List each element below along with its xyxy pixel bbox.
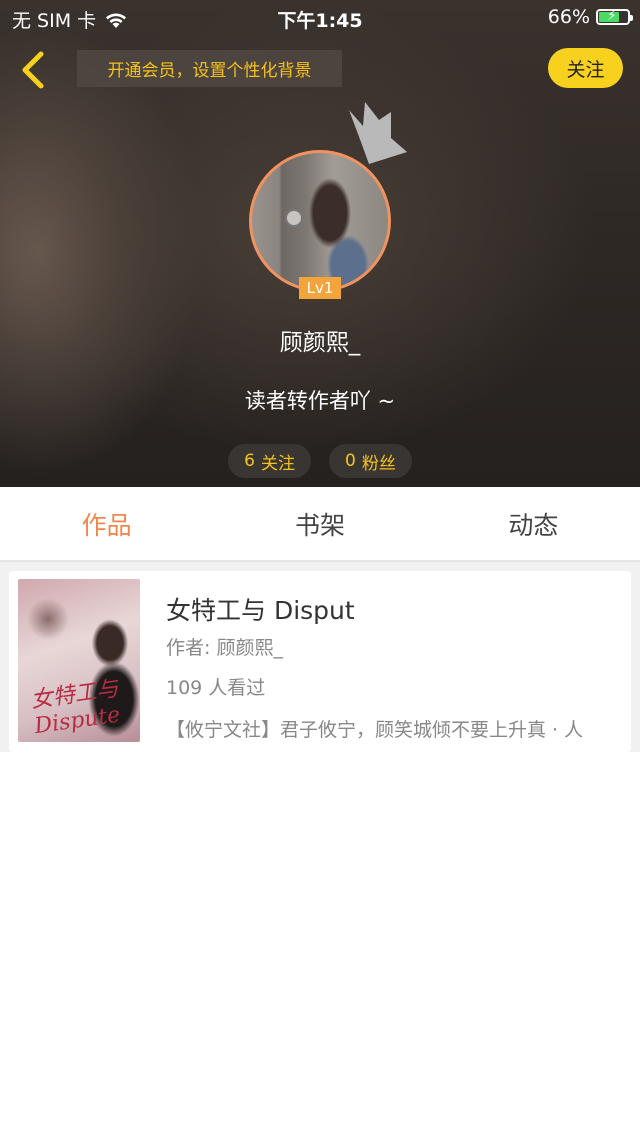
back-button[interactable] bbox=[14, 48, 54, 92]
following-count-button[interactable]: 6 关注 bbox=[228, 444, 311, 478]
tab-activity[interactable]: 动态 bbox=[427, 487, 640, 560]
vip-background-banner[interactable]: 开通会员，设置个性化背景 bbox=[77, 50, 342, 87]
tab-works[interactable]: 作品 bbox=[0, 487, 213, 560]
battery-icon: ⚡ bbox=[596, 8, 633, 25]
username: 顾颜熙_ bbox=[279, 330, 361, 356]
tab-bookshelf[interactable]: 书架 bbox=[213, 487, 426, 560]
avatar[interactable] bbox=[249, 150, 391, 292]
fans-count-button[interactable]: 0 粉丝 bbox=[329, 444, 412, 478]
book-description: 【攸宁文社】君子攸宁，顾笑城倾不要上升真 · 人 bbox=[166, 719, 584, 741]
profile-header: 无 SIM 卡 下午1:45 66% ⚡ 开通会员，设置个性化背景 关注 Lv1… bbox=[0, 0, 640, 487]
chevron-left-icon bbox=[22, 51, 44, 89]
book-card[interactable]: 女特工与Dispute 女特工与 Disput 作者: 顾颜熙_ 109 人看过… bbox=[9, 571, 631, 752]
follow-button[interactable]: 关注 bbox=[548, 48, 623, 88]
following-label: 关注 bbox=[261, 453, 295, 474]
user-bio: 读者转作者吖 ~ bbox=[244, 389, 396, 413]
book-author: 作者: 顾颜熙_ bbox=[166, 637, 283, 659]
battery-group: 66% ⚡ bbox=[547, 6, 633, 28]
book-cover-title: 女特工与Dispute bbox=[29, 676, 122, 740]
book-view-count: 109 人看过 bbox=[166, 677, 266, 699]
following-count: 6 bbox=[244, 451, 255, 471]
fans-label: 粉丝 bbox=[361, 453, 396, 474]
avatar-photo-detail bbox=[285, 209, 303, 227]
book-cover: 女特工与Dispute bbox=[18, 579, 140, 742]
clock: 下午1:45 bbox=[277, 10, 363, 32]
status-bar: 无 SIM 卡 下午1:45 66% ⚡ bbox=[0, 0, 640, 36]
battery-percent: 66% bbox=[547, 6, 590, 28]
profile-tabs: 作品 书架 动态 bbox=[0, 487, 640, 562]
level-badge: Lv1 bbox=[299, 277, 341, 299]
fans-count: 0 bbox=[345, 451, 356, 471]
book-title: 女特工与 Disput bbox=[166, 596, 355, 625]
stats-row: 6 关注 0 粉丝 bbox=[0, 444, 640, 478]
